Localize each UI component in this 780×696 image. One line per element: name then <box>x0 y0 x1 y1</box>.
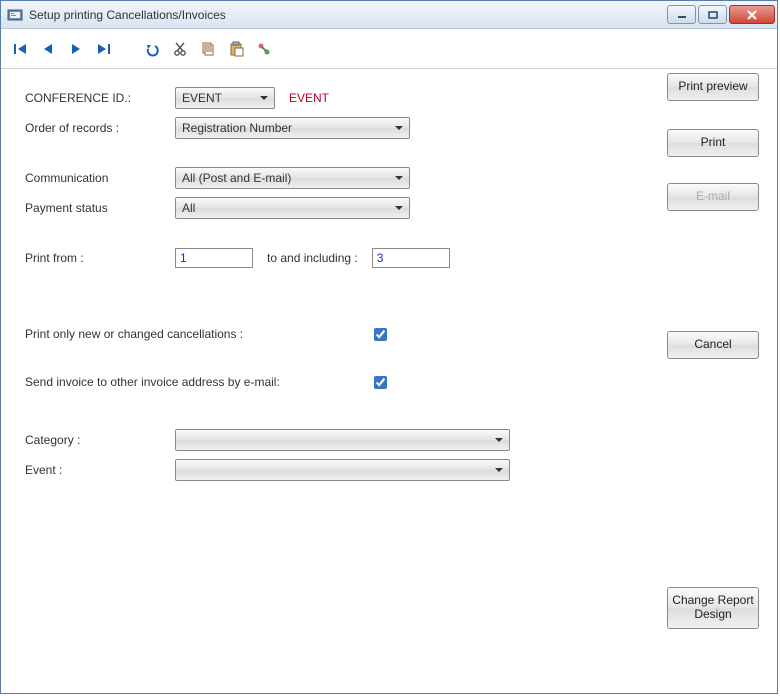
cancel-label: Cancel <box>694 338 731 352</box>
minimize-button[interactable] <box>667 5 696 24</box>
order-of-records-select[interactable]: Registration Number <box>175 117 410 139</box>
last-record-icon[interactable] <box>95 40 113 58</box>
payment-status-select[interactable]: All <box>175 197 410 219</box>
first-record-icon[interactable] <box>11 40 29 58</box>
category-label: Category : <box>25 433 175 447</box>
to-including-label: to and including : <box>267 251 358 265</box>
payment-status-label: Payment status <box>25 201 175 215</box>
cancel-button[interactable]: Cancel <box>667 331 759 359</box>
print-from-input[interactable] <box>175 248 253 268</box>
change-report-design-label: Change Report Design <box>672 594 754 622</box>
conference-id-value: EVENT <box>182 91 222 105</box>
next-record-icon[interactable] <box>67 40 85 58</box>
conference-badge: EVENT <box>289 91 329 105</box>
prev-record-icon[interactable] <box>39 40 57 58</box>
maximize-button[interactable] <box>698 5 727 24</box>
app-icon <box>7 7 23 23</box>
print-new-changed-checkbox[interactable] <box>374 328 387 341</box>
link-icon[interactable] <box>255 40 273 58</box>
paste-icon[interactable] <box>227 40 245 58</box>
print-label: Print <box>701 136 726 150</box>
order-of-records-label: Order of records : <box>25 121 175 135</box>
payment-status-value: All <box>182 201 195 215</box>
event-label: Event : <box>25 463 175 477</box>
print-preview-button[interactable]: Print preview <box>667 73 759 101</box>
cut-icon[interactable] <box>171 40 189 58</box>
window-title: Setup printing Cancellations/Invoices <box>29 8 226 22</box>
order-of-records-value: Registration Number <box>182 121 292 135</box>
communication-label: Communication <box>25 171 175 185</box>
titlebar: Setup printing Cancellations/Invoices <box>1 1 777 29</box>
category-select[interactable] <box>175 429 510 451</box>
print-new-changed-label: Print only new or changed cancellations … <box>25 327 370 341</box>
print-from-label: Print from : <box>25 251 175 265</box>
print-to-input[interactable] <box>372 248 450 268</box>
toolbar <box>1 29 777 69</box>
close-button[interactable] <box>729 5 775 24</box>
communication-value: All (Post and E-mail) <box>182 171 291 185</box>
communication-select[interactable]: All (Post and E-mail) <box>175 167 410 189</box>
print-preview-label: Print preview <box>678 80 747 94</box>
send-invoice-email-label: Send invoice to other invoice address by… <box>25 375 370 389</box>
change-report-design-button[interactable]: Change Report Design <box>667 587 759 629</box>
conference-id-label: CONFERENCE ID.: <box>25 91 175 105</box>
undo-icon[interactable] <box>143 40 161 58</box>
send-invoice-email-checkbox[interactable] <box>374 376 387 389</box>
print-button[interactable]: Print <box>667 129 759 157</box>
conference-id-select[interactable]: EVENT <box>175 87 275 109</box>
email-label: E-mail <box>696 190 730 204</box>
email-button[interactable]: E-mail <box>667 183 759 211</box>
copy-icon[interactable] <box>199 40 217 58</box>
event-select[interactable] <box>175 459 510 481</box>
